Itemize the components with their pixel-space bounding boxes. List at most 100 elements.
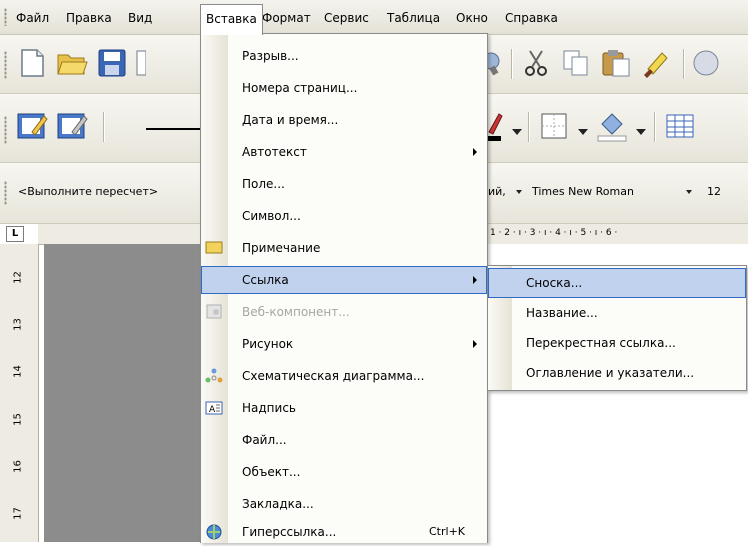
menu-window[interactable]: Окно: [456, 8, 488, 28]
svg-text:A: A: [209, 405, 216, 415]
diagram-icon: [205, 367, 223, 385]
ruler-label: 16: [12, 460, 24, 473]
style-combo-tail: ий,: [488, 185, 506, 198]
ruler-label: 13: [12, 318, 24, 331]
menu-item-label: Сноска...: [526, 276, 583, 290]
menu-view[interactable]: Вид: [128, 8, 152, 28]
menu-item-symbol[interactable]: Символ...: [201, 202, 487, 230]
toolbar-grip[interactable]: [4, 116, 7, 144]
new-document-icon[interactable]: [16, 47, 48, 79]
menu-edit[interactable]: Правка: [66, 8, 112, 28]
menu-item-web-component: Веб-компонент...: [201, 298, 487, 326]
menu-item-label: Автотекст: [242, 145, 307, 159]
edit-form-icon[interactable]: [56, 110, 88, 142]
dropdown-arrow-icon[interactable]: [636, 129, 646, 135]
table-icon[interactable]: [664, 110, 696, 142]
toolbar-separator: [511, 49, 512, 79]
menu-item-label: Перекрестная ссылка...: [526, 336, 676, 350]
submenu-arrow-icon: [473, 148, 477, 156]
menu-item-label: Объект...: [242, 465, 301, 479]
fill-color-icon[interactable]: [596, 110, 628, 142]
dropdown-arrow-icon[interactable]: [512, 129, 522, 135]
menu-item-label: Ссылка: [242, 273, 289, 287]
menu-item-date-time[interactable]: Дата и время...: [201, 106, 487, 134]
menu-item-label: Примечание: [242, 241, 321, 255]
cut-icon[interactable]: [520, 47, 552, 79]
ruler-label: 12: [12, 271, 24, 284]
toolbar-separator: [654, 112, 655, 142]
pen-color-icon[interactable]: [487, 110, 503, 142]
menu-item-cross-reference[interactable]: Перекрестная ссылка...: [488, 328, 746, 358]
menu-item-textbox[interactable]: A Надпись: [201, 394, 487, 422]
hyperlink-icon: [205, 523, 223, 541]
menu-item-comment[interactable]: Примечание: [201, 234, 487, 262]
submenu-arrow-icon: [473, 276, 477, 284]
menu-item-diagram[interactable]: Схематическая диаграмма...: [201, 362, 487, 390]
menu-item-break[interactable]: Разрыв...: [201, 42, 487, 70]
textbox-icon: A: [205, 399, 223, 417]
toolbar-grip[interactable]: [4, 51, 7, 79]
menu-item-label: Схематическая диаграмма...: [242, 369, 425, 383]
menu-insert[interactable]: Вставка: [200, 4, 263, 35]
menu-item-label: Рисунок: [242, 337, 294, 351]
menu-item-reference[interactable]: Ссылка: [201, 266, 487, 294]
research-icon[interactable]: [482, 47, 503, 79]
borders-icon[interactable]: [538, 110, 570, 142]
menu-file[interactable]: Файл: [16, 8, 49, 28]
menu-item-caption[interactable]: Название...: [488, 298, 746, 328]
menu-item-label: Дата и время...: [242, 113, 339, 127]
menu-item-label: Символ...: [242, 209, 301, 223]
paste-icon[interactable]: [600, 47, 632, 79]
menu-item-label: Надпись: [242, 401, 296, 415]
toolbar-separator: [683, 49, 684, 79]
menu-item-label: Поле...: [242, 177, 285, 191]
dropdown-arrow-icon[interactable]: [686, 190, 692, 194]
menu-item-label: Закладка...: [242, 497, 314, 511]
save-icon[interactable]: [96, 47, 128, 79]
menu-item-bookmark[interactable]: Закладка...: [201, 490, 487, 518]
menu-item-object[interactable]: Объект...: [201, 458, 487, 486]
ruler-label: 15: [12, 413, 24, 426]
menu-format[interactable]: Формат: [262, 8, 311, 28]
menu-item-label: Название...: [526, 306, 598, 320]
menu-item-label: Веб-компонент...: [242, 305, 350, 319]
vertical-ruler[interactable]: 12 13 14 15 16 17: [0, 244, 39, 542]
toolbar-button-partial[interactable]: [690, 47, 722, 79]
menu-tools[interactable]: Сервис: [324, 8, 369, 28]
menu-bar: Файл Правка Вид Вставка Формат Сервис Та…: [0, 0, 748, 35]
menu-item-file[interactable]: Файл...: [201, 426, 487, 454]
tab-selector[interactable]: L: [6, 226, 24, 242]
line-style-picker[interactable]: [146, 128, 200, 130]
submenu-arrow-icon: [473, 340, 477, 348]
menu-item-page-numbers[interactable]: Номера страниц...: [201, 74, 487, 102]
format-painter-icon[interactable]: [640, 47, 672, 79]
toolbar-button-partial[interactable]: [136, 47, 147, 79]
menu-item-label: Разрыв...: [242, 49, 299, 63]
menu-item-picture[interactable]: Рисунок: [201, 330, 487, 358]
comment-icon: [205, 239, 223, 257]
menubar-grip[interactable]: [4, 8, 7, 26]
menu-item-field[interactable]: Поле...: [201, 170, 487, 198]
open-folder-icon[interactable]: [56, 47, 88, 79]
style-combo[interactable]: <Выполните пересчет>: [18, 185, 158, 198]
font-size-combo[interactable]: 12: [707, 185, 721, 198]
menu-item-footnote[interactable]: Сноска...: [488, 268, 746, 298]
toolbar-separator: [528, 112, 529, 142]
edit-text-icon[interactable]: [16, 110, 48, 142]
web-component-icon: [205, 303, 223, 321]
menu-item-label: Файл...: [242, 433, 287, 447]
menu-table[interactable]: Таблица: [387, 8, 440, 28]
toolbar-grip[interactable]: [4, 181, 7, 205]
menu-help[interactable]: Справка: [505, 8, 558, 28]
copy-icon[interactable]: [560, 47, 592, 79]
ruler-label: 17: [12, 507, 24, 520]
menu-item-index-tables[interactable]: Оглавление и указатели...: [488, 358, 746, 388]
dropdown-arrow-icon[interactable]: [516, 190, 522, 194]
font-name-combo[interactable]: Times New Roman: [532, 185, 634, 198]
reference-submenu: Сноска... Название... Перекрестная ссылк…: [487, 265, 747, 391]
menu-item-label: Номера страниц...: [242, 81, 358, 95]
ruler-marks: 1 · 2 · ı · 3 · ı · 4 · ı · 5 · ı · 6 ·: [490, 228, 618, 238]
dropdown-arrow-icon[interactable]: [578, 129, 588, 135]
insert-menu: Разрыв... Номера страниц... Дата и время…: [200, 33, 488, 543]
menu-item-autotext[interactable]: Автотекст: [201, 138, 487, 166]
